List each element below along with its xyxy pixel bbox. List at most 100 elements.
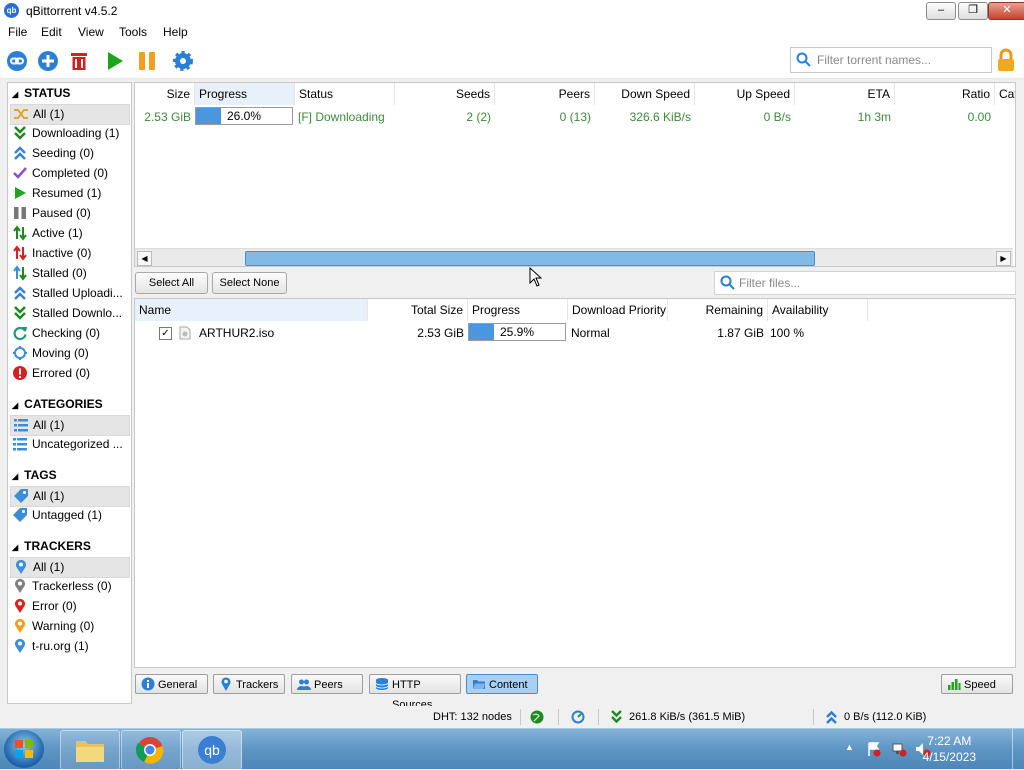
add-link-icon[interactable] [6, 50, 28, 72]
scroll-left-arrow-icon[interactable]: ◀ [137, 251, 152, 266]
tab-http-sources[interactable]: HTTP Sources [369, 674, 461, 711]
connection-globe-icon[interactable] [530, 710, 544, 724]
delete-icon[interactable] [68, 50, 90, 72]
status-filter-stalled[interactable]: Stalled (0) [10, 264, 128, 283]
status-filter-completed[interactable]: Completed (0) [10, 164, 128, 183]
header-availability[interactable]: Availability [768, 299, 868, 321]
show-hidden-icons-icon[interactable]: ▲ [845, 742, 854, 752]
torrent-peers: 0 (13) [559, 110, 591, 124]
tag-filter-all[interactable]: All (1) [10, 486, 130, 507]
header-download-priority[interactable]: Download Priority [568, 299, 668, 321]
select-all-button[interactable]: Select All [135, 272, 208, 294]
file-progress-bar: 25.9% [468, 323, 566, 341]
tag-filter-label: Untagged (1) [32, 508, 103, 522]
lock-icon[interactable] [996, 48, 1016, 72]
category-filter-uncategorized[interactable]: Uncategorized ... [10, 435, 128, 454]
tag-filter-untagged[interactable]: Untagged (1) [10, 506, 128, 525]
taskbar-qbittorrent[interactable]: qb [182, 730, 242, 770]
tags-section-header[interactable]: ◢ TAGS [12, 468, 57, 482]
speed-limit-gauge-icon[interactable] [571, 710, 585, 724]
play-icon [15, 186, 26, 199]
select-none-button[interactable]: Select None [212, 272, 287, 294]
action-center-flag-icon[interactable] [866, 741, 882, 757]
tab-peers[interactable]: Peers [291, 674, 363, 694]
tracker-filter-all[interactable]: All (1) [10, 557, 130, 578]
taskbar-chrome[interactable] [121, 730, 181, 770]
categories-section-header[interactable]: ◢ CATEGORIES [12, 397, 103, 411]
status-filter-stalled-downloading[interactable]: Stalled Downlo... [10, 304, 128, 323]
header-up-speed[interactable]: Up Speed [695, 83, 795, 105]
header-seeds[interactable]: Seeds [395, 83, 495, 105]
menu-edit[interactable]: Edit [41, 25, 62, 39]
status-filter-stalled-uploading[interactable]: Stalled Uploadi... [10, 284, 128, 303]
status-filter-all[interactable]: All (1) [10, 104, 130, 125]
menu-view[interactable]: View [78, 25, 104, 39]
network-icon[interactable] [891, 741, 907, 757]
header-down-speed[interactable]: Down Speed [595, 83, 695, 105]
up-down-arrows-icon [13, 225, 27, 241]
header-peers[interactable]: Peers [495, 83, 595, 105]
status-filter-resumed[interactable]: Resumed (1) [10, 184, 128, 203]
tracker-filter-error[interactable]: Error (0) [10, 597, 128, 616]
status-filter-active[interactable]: Active (1) [10, 224, 128, 243]
folder-icon [76, 741, 104, 762]
tracker-filter-trackerless[interactable]: Trackerless (0) [10, 577, 128, 596]
pause-icon[interactable] [136, 50, 158, 72]
scrollbar-thumb[interactable] [245, 251, 815, 266]
header-remaining[interactable]: Remaining [668, 299, 768, 321]
tracker-filter-label: t-ru.org (1) [32, 639, 89, 653]
start-button[interactable] [4, 730, 44, 768]
status-filter-errored[interactable]: Errored (0) [10, 364, 128, 383]
status-section-header[interactable]: ◢ STATUS [12, 86, 70, 100]
filter-files-input[interactable]: Filter files... [714, 271, 1016, 295]
header-total-size[interactable]: Total Size [368, 299, 468, 321]
upload-speed-total[interactable]: 0 B/s (112.0 KiB) [844, 711, 926, 723]
status-filter-paused[interactable]: Paused (0) [10, 204, 128, 223]
file-name: ARTHUR2.iso [199, 326, 275, 340]
tab-general[interactable]: General [135, 674, 208, 694]
maximize-button[interactable]: ❐ [958, 2, 988, 20]
header-size[interactable]: Size [135, 83, 195, 105]
header-eta[interactable]: ETA [795, 83, 895, 105]
show-desktop-button[interactable] [1012, 729, 1024, 769]
header-file-progress[interactable]: Progress [468, 299, 568, 321]
tracker-filter-t-ru-org[interactable]: t-ru.org (1) [10, 637, 128, 656]
status-filter-moving[interactable]: Moving (0) [10, 344, 128, 363]
category-filter-all[interactable]: All (1) [10, 415, 130, 436]
status-filter-downloading[interactable]: Downloading (1) [10, 124, 128, 143]
resume-icon[interactable] [104, 50, 126, 72]
status-filter-label: Checking (0) [32, 326, 101, 340]
header-category[interactable]: Cat [995, 83, 1015, 105]
mouse-cursor-icon [529, 267, 542, 287]
header-status[interactable]: Status [295, 83, 395, 105]
menu-help[interactable]: Help [163, 25, 188, 39]
options-gear-icon[interactable] [172, 50, 194, 72]
trackers-section-header[interactable]: ◢ TRACKERS [12, 539, 91, 553]
taskbar-clock[interactable]: 7:22 AM 4/15/2023 [923, 733, 976, 765]
scroll-right-arrow-icon[interactable]: ▶ [996, 251, 1011, 266]
header-ratio[interactable]: Ratio [895, 83, 995, 105]
status-filter-checking[interactable]: Checking (0) [10, 324, 128, 343]
tracker-filter-warning[interactable]: Warning (0) [10, 617, 128, 636]
minimize-button[interactable]: – [926, 2, 956, 20]
download-speed-total[interactable]: 261.8 KiB/s (361.5 MiB) [629, 711, 745, 723]
torrent-search-input[interactable]: Filter torrent names... [790, 47, 992, 73]
file-checkbox[interactable]: ✓ [159, 327, 172, 340]
tab-trackers[interactable]: Trackers [213, 674, 285, 694]
speed-button[interactable]: Speed [941, 674, 1013, 694]
menu-file[interactable]: File [8, 25, 27, 39]
tab-content[interactable]: Content [466, 674, 538, 694]
close-button[interactable]: ✕ [988, 2, 1024, 20]
menu-tools[interactable]: Tools [119, 25, 147, 39]
status-filter-seeding[interactable]: Seeding (0) [10, 144, 128, 163]
torrent-row[interactable]: 2.53 GiB 26.0% [F] Downloading 2 (2) 0 (… [135, 106, 1015, 127]
file-row[interactable]: ✓ ARTHUR2.iso 2.53 GiB 25.9% Normal 1.87… [135, 322, 1015, 343]
file-download-priority[interactable]: Normal [571, 323, 610, 343]
add-torrent-icon[interactable] [37, 50, 59, 72]
torrent-list-horizontal-scrollbar[interactable]: ◀ ▶ [135, 248, 1013, 266]
status-filter-label: Stalled (0) [32, 266, 87, 280]
status-filter-inactive[interactable]: Inactive (0) [10, 244, 128, 263]
header-progress[interactable]: Progress [195, 83, 295, 105]
header-name[interactable]: Name [135, 299, 368, 321]
taskbar-explorer[interactable] [60, 730, 120, 770]
